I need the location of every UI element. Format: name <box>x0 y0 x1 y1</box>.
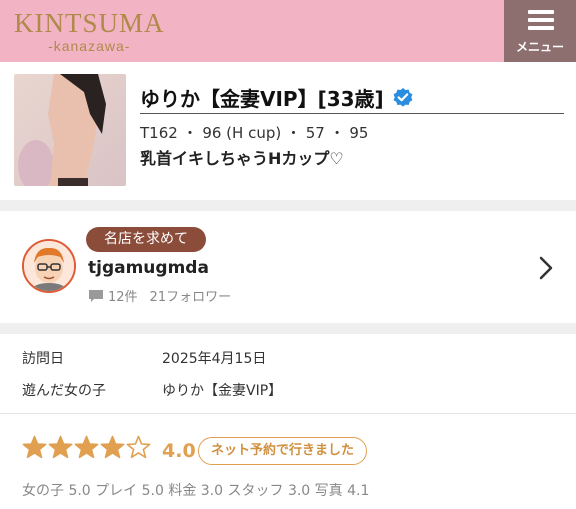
reviewer-title-badge: 名店を求めて <box>86 227 206 252</box>
reviewer-card[interactable]: 名店を求めて tjgamugmda 12件 21フォロワー <box>0 211 576 323</box>
reviewer-username[interactable]: tjgamugmda <box>88 258 209 278</box>
logo-main-text: KINTSUMA <box>14 8 165 38</box>
review-count: 12件 <box>108 290 138 305</box>
visit-info: 訪問日 2025年4月15日 遊んだ女の子 ゆりか【金妻VIP】 <box>0 334 576 414</box>
girl-profile-card[interactable]: ゆりか【金妻VIP】[33歳] T162 ・ 96 (H cup) ・ 57 ・… <box>0 62 576 200</box>
reviewer-avatar[interactable] <box>22 239 76 293</box>
star-filled-icon <box>48 435 73 460</box>
visited-girl-label: 遊んだ女の子 <box>22 383 106 399</box>
girl-name: ゆりか【金妻VIP】[33歳] <box>140 87 384 111</box>
visited-girl-row: 遊んだ女の子 ゆりか【金妻VIP】 <box>22 380 282 400</box>
hamburger-icon <box>528 10 554 34</box>
visit-date-value: 2025年4月15日 <box>162 351 267 367</box>
section-divider <box>0 200 576 211</box>
girl-name-row: ゆりか【金妻VIP】[33歳] <box>140 82 564 114</box>
follower-count: 21フォロワー <box>149 290 232 305</box>
rating-score: 4.0 <box>162 440 196 462</box>
girl-catchphrase: 乳首イキしちゃうHカップ♡ <box>140 149 344 168</box>
section-divider <box>0 323 576 334</box>
star-rating <box>22 435 152 460</box>
visited-girl-value[interactable]: ゆりか【金妻VIP】 <box>162 380 282 400</box>
star-filled-icon <box>100 435 125 460</box>
site-header: KINTSUMA -kanazawa- メニュー <box>0 0 576 62</box>
comment-icon <box>88 289 104 303</box>
star-filled-icon <box>22 435 47 460</box>
verified-icon <box>392 87 414 109</box>
star-empty-icon <box>126 435 151 460</box>
menu-label: メニュー <box>515 40 564 54</box>
rating-section: 4.0 ネット予約で行きました 女の子 5.0 プレイ 5.0 料金 3.0 ス… <box>0 415 576 509</box>
logo-sub-text: -kanazawa- <box>48 38 131 54</box>
chevron-right-icon[interactable] <box>538 255 554 281</box>
menu-button[interactable]: メニュー <box>504 0 576 62</box>
girl-photo[interactable] <box>14 74 126 186</box>
site-logo[interactable]: KINTSUMA -kanazawa- <box>14 8 165 54</box>
rating-subscores: 女の子 5.0 プレイ 5.0 料金 3.0 スタッフ 3.0 写真 4.1 <box>22 483 370 499</box>
visit-date-label: 訪問日 <box>22 351 64 367</box>
net-booking-badge: ネット予約で行きました <box>198 437 368 465</box>
girl-stats: T162 ・ 96 (H cup) ・ 57 ・ 95 <box>140 124 369 142</box>
visit-date-row: 訪問日 2025年4月15日 <box>22 348 266 368</box>
reviewer-meta: 12件 21フォロワー <box>88 286 231 305</box>
star-filled-icon <box>74 435 99 460</box>
